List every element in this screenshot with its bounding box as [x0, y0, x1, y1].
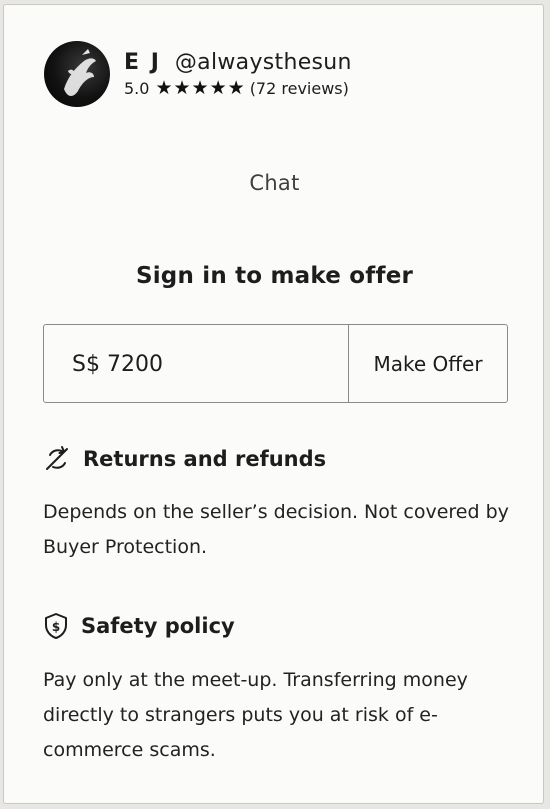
svg-text:$: $ [52, 620, 60, 634]
returns-heading: Returns and refunds [43, 445, 326, 473]
sign-in-to-offer-heading[interactable]: Sign in to make offer [4, 263, 545, 289]
avatar-photo-icon [64, 49, 96, 96]
safety-heading: $ Safety policy [43, 612, 235, 640]
chat-button[interactable]: Chat [4, 171, 545, 195]
seller-info: E J @alwaysthesun 5.0 ★ ★ ★ ★ ★ (72 revie… [124, 49, 352, 98]
seller-name[interactable]: E J @alwaysthesun [124, 49, 352, 77]
rating-score: 5.0 [124, 79, 150, 98]
no-returns-icon [46, 446, 68, 470]
offer-form: Make Offer [43, 324, 508, 404]
avatar[interactable] [44, 41, 110, 107]
star-icon: ★ [209, 77, 227, 99]
make-offer-button[interactable]: Make Offer [348, 325, 507, 402]
seller-profile[interactable]: E J @alwaysthesun 5.0 ★ ★ ★ ★ ★ (72 revie… [44, 41, 352, 107]
star-icon: ★ [155, 77, 173, 99]
seller-rating: 5.0 ★ ★ ★ ★ ★ (72 reviews) [124, 79, 352, 99]
returns-title: Returns and refunds [83, 447, 327, 471]
star-icon: ★ [173, 77, 191, 99]
rating-stars: ★ ★ ★ ★ ★ [155, 79, 245, 98]
listing-sidebar-card: E J @alwaysthesun 5.0 ★ ★ ★ ★ ★ (72 revie… [3, 4, 544, 804]
star-icon: ★ [191, 77, 209, 99]
offer-price-input[interactable] [44, 325, 348, 404]
shield-dollar-icon: $ [45, 613, 67, 639]
star-icon: ★ [227, 77, 245, 99]
seller-initials: E J [124, 50, 161, 75]
seller-username: @alwaysthesun [174, 50, 352, 75]
safety-description: Pay only at the meet-up. Transferring mo… [43, 669, 468, 761]
returns-description: Depends on the seller’s decision. Not co… [43, 501, 509, 558]
review-count[interactable]: (72 reviews) [250, 79, 349, 98]
safety-title: Safety policy [81, 614, 235, 638]
